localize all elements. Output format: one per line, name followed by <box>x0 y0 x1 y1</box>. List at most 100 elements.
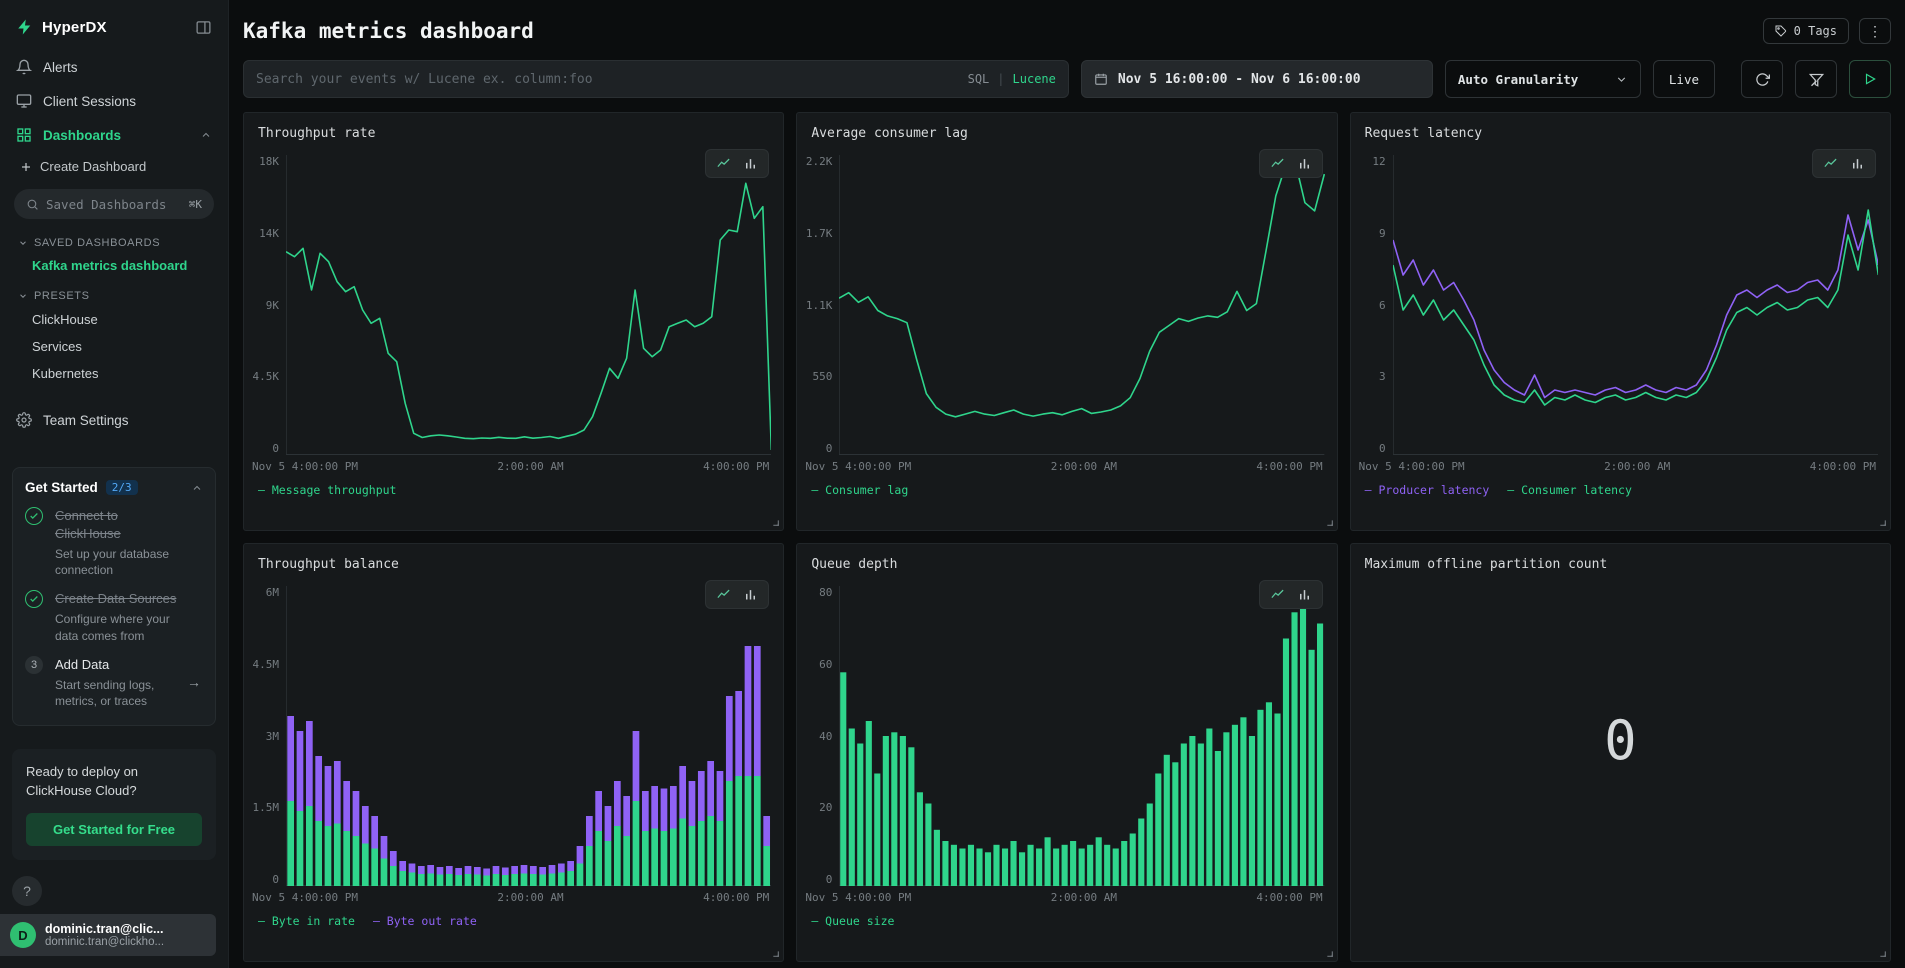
section-saved-dashboards[interactable]: SAVED DASHBOARDS <box>0 225 228 253</box>
section-label-text: PRESETS <box>34 290 90 302</box>
resize-handle[interactable] <box>1877 948 1887 958</box>
get-started-free-button[interactable]: Get Started for Free <box>26 813 202 846</box>
y-axis: 806040200 <box>797 586 839 886</box>
x-axis-tick: Nov 5 4:00:00 PM <box>252 460 358 473</box>
date-range-picker[interactable]: Nov 5 16:00:00 - Nov 6 16:00:00 <box>1081 60 1433 98</box>
bell-icon <box>16 59 32 75</box>
step-subtitle: Set up your database connection <box>55 546 179 578</box>
sidebar: HyperDX Alerts Client Sessions Dashboard… <box>0 0 229 968</box>
x-axis-tick: 2:00:00 AM <box>1604 460 1670 473</box>
chevron-up-icon[interactable] <box>191 482 203 494</box>
grid-icon <box>16 127 32 143</box>
section-label-text: SAVED DASHBOARDS <box>34 237 160 249</box>
sidebar-item-alerts[interactable]: Alerts <box>0 50 228 84</box>
y-axis-tick: 0 <box>272 442 279 455</box>
get-started-step-1[interactable]: Connect to ClickHouse Set up your databa… <box>25 507 203 578</box>
sidebar-item-team-settings[interactable]: Team Settings <box>0 403 228 437</box>
sidebar-item-dashboards[interactable]: Dashboards <box>0 118 228 152</box>
x-axis-tick: Nov 5 4:00:00 PM <box>805 460 911 473</box>
events-search-input[interactable] <box>256 72 958 87</box>
y-axis: 18K14K9K4.5K0 <box>244 155 286 455</box>
resize-handle[interactable] <box>770 517 780 527</box>
create-dashboard-button[interactable]: Create Dashboard <box>0 152 228 181</box>
filter-button[interactable] <box>1795 60 1837 98</box>
live-button[interactable]: Live <box>1653 60 1715 98</box>
tags-button[interactable]: 0 Tags <box>1763 18 1849 44</box>
x-axis: Nov 5 4:00:00 PM2:00:00 AM4:00:00 PM <box>797 886 1336 904</box>
step-title: Create Data Sources <box>55 591 176 606</box>
refresh-button[interactable] <box>1741 60 1783 98</box>
line-chart-icon[interactable] <box>1270 587 1285 602</box>
line-chart-icon[interactable] <box>716 587 731 602</box>
lang-sql-toggle[interactable]: SQL <box>968 72 990 86</box>
kebab-menu-button[interactable]: ⋮ <box>1859 18 1891 44</box>
run-query-button[interactable] <box>1849 60 1891 98</box>
chart-plot <box>286 155 771 455</box>
y-axis-tick: 3M <box>266 730 279 743</box>
y-axis-tick: 550 <box>812 370 832 383</box>
chart-plot <box>839 586 1324 886</box>
bar-chart-icon[interactable] <box>743 156 758 171</box>
check-circle-icon <box>25 590 43 608</box>
chart-type-toolbar <box>1812 149 1876 178</box>
y-axis-tick: 80 <box>819 586 832 599</box>
resize-handle[interactable] <box>1877 517 1887 527</box>
sidebar-item-kubernetes[interactable]: Kubernetes <box>0 360 228 387</box>
bar-chart-icon[interactable] <box>1297 156 1312 171</box>
help-button[interactable]: ? <box>12 876 42 906</box>
refresh-icon <box>1755 72 1770 87</box>
legend-item: — Byte out rate <box>373 914 477 928</box>
sidebar-item-client-sessions[interactable]: Client Sessions <box>0 84 228 118</box>
line-chart-icon[interactable] <box>1270 156 1285 171</box>
resize-handle[interactable] <box>1324 948 1334 958</box>
get-started-step-2[interactable]: Create Data Sources Configure where your… <box>25 590 203 643</box>
y-axis-tick: 9K <box>266 299 279 312</box>
step-subtitle: Configure where your data comes from <box>55 611 179 643</box>
y-axis-tick: 9 <box>1379 227 1386 240</box>
resize-handle[interactable] <box>770 948 780 958</box>
single-value-display: 0 <box>1351 543 1890 949</box>
line-chart-icon[interactable] <box>1823 156 1838 171</box>
line-chart-icon[interactable] <box>716 156 731 171</box>
chart-legend: — Message throughput <box>244 473 783 497</box>
check-circle-icon <box>25 507 43 525</box>
y-axis: 6M4.5M3M1.5M0 <box>244 586 286 886</box>
tag-icon <box>1775 25 1787 37</box>
chart-legend: — Byte in rate— Byte out rate <box>244 904 783 928</box>
chevron-up-icon[interactable] <box>200 129 212 141</box>
panel-throughput-balance: Throughput balance 6M4.5M3M1.5M0 Nov 5 4… <box>243 543 784 962</box>
y-axis-tick: 18K <box>259 155 279 168</box>
saved-dashboards-search-input[interactable] <box>46 197 182 212</box>
events-search[interactable]: SQL | Lucene <box>243 60 1069 98</box>
tags-button-label: 0 Tags <box>1794 24 1837 38</box>
bar-chart-icon[interactable] <box>743 587 758 602</box>
granularity-select[interactable]: Auto Granularity <box>1445 60 1641 98</box>
chart-legend: — Queue size <box>797 904 1336 928</box>
arrow-right-icon[interactable]: → <box>187 674 203 690</box>
sidebar-item-label: Team Settings <box>43 413 129 428</box>
section-presets[interactable]: PRESETS <box>0 278 228 306</box>
get-started-step-3[interactable]: 3 Add Data Start sending logs, metrics, … <box>25 656 203 709</box>
query-toolbar: SQL | Lucene Nov 5 16:00:00 - Nov 6 16:0… <box>243 60 1891 98</box>
page-title: Kafka metrics dashboard <box>243 19 534 43</box>
plus-icon <box>20 161 32 173</box>
y-axis-tick: 6M <box>266 586 279 599</box>
sidebar-item-services[interactable]: Services <box>0 333 228 360</box>
progress-badge: 2/3 <box>106 480 138 495</box>
saved-dashboards-search[interactable]: ⌘K <box>14 189 214 219</box>
chart-type-toolbar <box>705 580 769 609</box>
lang-lucene-toggle[interactable]: Lucene <box>1013 72 1056 86</box>
search-icon <box>26 198 39 211</box>
chevron-down-icon <box>18 291 28 301</box>
bar-chart-icon[interactable] <box>1850 156 1865 171</box>
x-axis-tick: 4:00:00 PM <box>1256 460 1322 473</box>
sidebar-collapse-icon[interactable] <box>195 19 212 36</box>
bar-chart-icon[interactable] <box>1297 587 1312 602</box>
y-axis: 2.2K1.7K1.1K5500 <box>797 155 839 455</box>
sidebar-item-clickhouse[interactable]: ClickHouse <box>0 306 228 333</box>
resize-handle[interactable] <box>1324 517 1334 527</box>
sidebar-item-kafka-dashboard[interactable]: Kafka metrics dashboard <box>0 253 228 278</box>
x-axis-tick: 2:00:00 AM <box>1051 460 1117 473</box>
chart-area: 129630 <box>1351 155 1890 455</box>
user-menu[interactable]: D dominic.tran@clic... dominic.tran@clic… <box>0 914 216 956</box>
